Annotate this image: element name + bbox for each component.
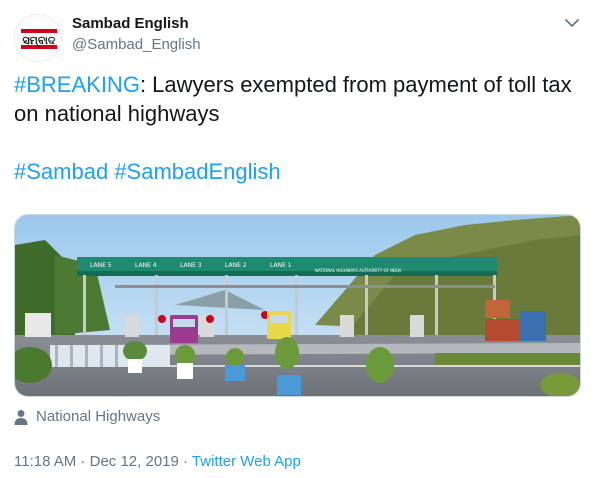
person-icon [14,410,28,425]
author-names: Sambad English @Sambad_English [72,14,201,55]
tweet-meta: 11:18 AM · Dec 12, 2019 · Twitter Web Ap… [14,452,301,472]
hashtag-sambad[interactable]: #Sambad [14,159,108,184]
toll-plaza-photo: LANE 5 LANE 4 LANE 3 LANE 2 LANE 1 NATIO… [15,215,580,396]
chevron-down-icon[interactable] [563,14,581,32]
handle[interactable]: @Sambad_English [72,35,201,55]
tweet-media-image[interactable]: LANE 5 LANE 4 LANE 3 LANE 2 LANE 1 NATIO… [14,214,581,397]
svg-text:NATIONAL HIGHWAYS AUTHORITY OF: NATIONAL HIGHWAYS AUTHORITY OF INDIA [315,268,402,273]
svg-text:LANE 5: LANE 5 [90,262,112,269]
display-name[interactable]: Sambad English [72,14,201,34]
meta-separator-1: · [76,453,90,470]
tweet-source[interactable]: Twitter Web App [192,453,301,470]
meta-separator-2: · [178,453,192,470]
tweet-header: ସମ୍ବାଦ Sambad English @Sambad_English [14,12,583,62]
avatar-logo-text: ସମ୍ବାଦ [23,34,56,48]
tweet-date[interactable]: Dec 12, 2019 [90,453,179,470]
tweet-headline: #BREAKING: Lawyers exempted from payment… [14,70,574,128]
hashtag-sambadenglish[interactable]: #SambadEnglish [114,159,280,184]
tweet-text: #BREAKING: Lawyers exempted from payment… [14,70,574,186]
avatar[interactable]: ସମ୍ବାଦ [14,14,62,62]
hashtag-breaking[interactable]: #BREAKING [14,72,140,97]
svg-text:LANE 2: LANE 2 [225,262,247,269]
svg-text:LANE 4: LANE 4 [135,262,157,269]
sambad-logo-icon: ସମ୍ବାଦ [15,15,61,61]
svg-text:LANE 3: LANE 3 [180,262,202,269]
location-label[interactable]: National Highways [36,408,160,426]
tweet-time[interactable]: 11:18 AM [14,453,76,470]
tweet-hashtags: #Sambad #SambadEnglish [14,157,574,186]
svg-text:LANE 1: LANE 1 [270,262,292,269]
